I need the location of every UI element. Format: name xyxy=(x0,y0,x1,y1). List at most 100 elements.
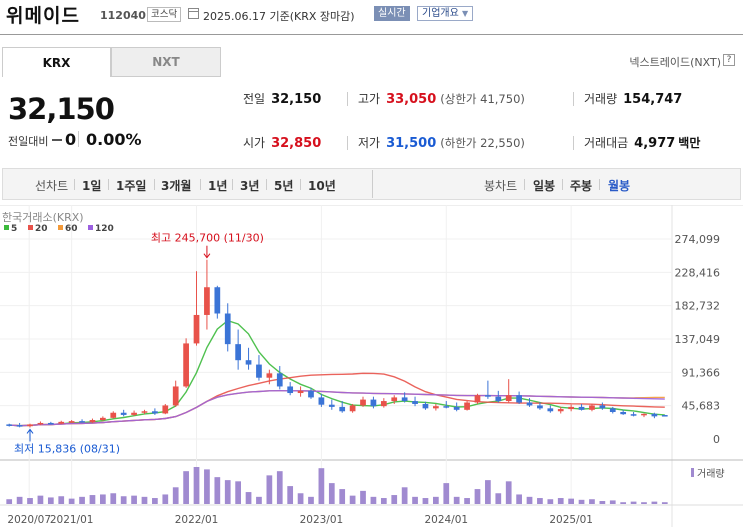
period-3m[interactable]: 3개월 xyxy=(161,177,191,194)
candle-body xyxy=(99,417,106,421)
volume-bar xyxy=(620,502,627,504)
candle-body xyxy=(16,425,23,427)
candle-body xyxy=(464,402,470,410)
candle-body xyxy=(276,373,283,387)
ma-legend-swatch xyxy=(88,225,93,230)
stat-divider xyxy=(347,92,348,106)
volume-bar xyxy=(266,475,273,504)
period-3y[interactable]: 3년 xyxy=(240,177,259,194)
volume-bar xyxy=(152,498,158,504)
period-daily[interactable]: 일봉 xyxy=(533,177,555,194)
period-1d[interactable]: 1일 xyxy=(82,177,101,194)
change-label: 전일대비 xyxy=(8,135,49,148)
candle-body xyxy=(526,402,533,406)
volume-bar xyxy=(297,493,304,504)
volume-bar xyxy=(401,487,408,504)
candle-body xyxy=(141,411,148,413)
candle-body xyxy=(568,406,575,410)
candle-body xyxy=(599,405,606,409)
low-annotation: 최저 15,836 (08/31) xyxy=(14,442,120,455)
period-5y[interactable]: 5년 xyxy=(274,177,293,194)
volume-bar xyxy=(641,502,647,504)
volume-bar xyxy=(287,486,294,504)
volume-bar xyxy=(6,499,13,504)
tab-nxt[interactable]: NXT xyxy=(111,47,221,77)
candle-body xyxy=(224,313,231,345)
volume-bar xyxy=(308,496,314,504)
header-divider xyxy=(0,34,743,35)
period-monthly[interactable]: 월봉 xyxy=(608,177,630,194)
nextrade-link[interactable]: 넥스트레이드(NXT) xyxy=(629,54,721,70)
realtime-button[interactable]: 실시간 xyxy=(374,6,410,21)
stat-divider xyxy=(573,92,574,106)
tab-krx[interactable]: KRX xyxy=(2,47,111,77)
ma-legend-swatch xyxy=(28,225,33,230)
candle-body xyxy=(287,386,294,394)
ma-legend-label: 20 xyxy=(35,224,48,234)
toolbar-divider xyxy=(154,179,155,190)
volume-bar xyxy=(58,496,65,504)
period-10y[interactable]: 10년 xyxy=(308,177,336,194)
candle-body xyxy=(328,404,335,407)
quote-date: 2025.06.17 기준(KRX 장마감) xyxy=(203,10,355,23)
toolbar-group-divider xyxy=(372,170,373,198)
volume-bar xyxy=(578,499,585,504)
y-tick-label: 91,366 xyxy=(682,366,721,379)
volume-bar xyxy=(443,483,450,504)
stat-volume: 거래량 154,747 xyxy=(584,92,683,107)
candle-body xyxy=(641,413,647,416)
volume-bar xyxy=(235,481,242,504)
volume-bar xyxy=(318,468,325,504)
candle-body xyxy=(391,397,398,402)
candle-body xyxy=(152,411,158,414)
volume-bar xyxy=(474,489,481,504)
toolbar-divider xyxy=(524,179,525,190)
candle-body xyxy=(422,403,429,409)
volume-bar xyxy=(99,494,106,504)
candle-body xyxy=(79,421,85,423)
toolbar-divider xyxy=(266,179,267,190)
candle-body xyxy=(401,397,408,402)
candle-body xyxy=(308,390,314,398)
candle-body xyxy=(245,360,252,365)
ma-legend-swatch xyxy=(4,225,9,230)
volume-bar xyxy=(485,480,491,504)
candle-body xyxy=(162,405,169,414)
toolbar-divider xyxy=(200,179,201,190)
candle-body xyxy=(505,395,512,402)
candle-body xyxy=(27,424,33,427)
high-annotation: 최고 245,700 (11/30) xyxy=(151,232,264,245)
candle-body xyxy=(453,406,460,410)
volume-bar xyxy=(172,487,179,504)
candle-body xyxy=(110,412,117,418)
period-weekly[interactable]: 주봉 xyxy=(570,177,592,194)
candle-body xyxy=(297,390,304,394)
candle-body xyxy=(412,401,418,404)
candle-body xyxy=(380,401,387,407)
candle-body xyxy=(495,396,502,402)
x-tick-label: 2022/01 xyxy=(175,514,219,526)
change-percent: 0.00% xyxy=(86,130,142,149)
change-divider xyxy=(78,131,79,147)
calendar-icon xyxy=(188,8,199,19)
volume-bar xyxy=(339,489,346,504)
line-chart-label[interactable]: 선차트 xyxy=(35,177,68,194)
candle-chart-label[interactable]: 봉차트 xyxy=(484,177,517,194)
market-badge: 코스닥 xyxy=(147,7,182,22)
period-1y[interactable]: 1년 xyxy=(208,177,227,194)
volume-bar xyxy=(245,492,252,504)
candle-body xyxy=(432,406,439,409)
volume-bar xyxy=(609,500,616,504)
help-icon[interactable]: ? xyxy=(723,54,735,66)
corp-info-dropdown[interactable]: 기업개요 ▼ xyxy=(417,6,474,21)
volume-bar xyxy=(89,495,96,504)
ma-legend-label: 5 xyxy=(11,224,17,234)
candle-body xyxy=(68,421,75,423)
volume-bar xyxy=(370,496,377,504)
period-1w[interactable]: 1주일 xyxy=(116,177,146,194)
candle-body xyxy=(172,386,179,406)
change-value: 0 xyxy=(65,130,77,149)
candle-body xyxy=(474,395,481,403)
price-chart[interactable]: 274,099 228,416 182,732 137,049 91,366 45,683… xyxy=(0,205,743,527)
candle-body xyxy=(235,344,242,361)
